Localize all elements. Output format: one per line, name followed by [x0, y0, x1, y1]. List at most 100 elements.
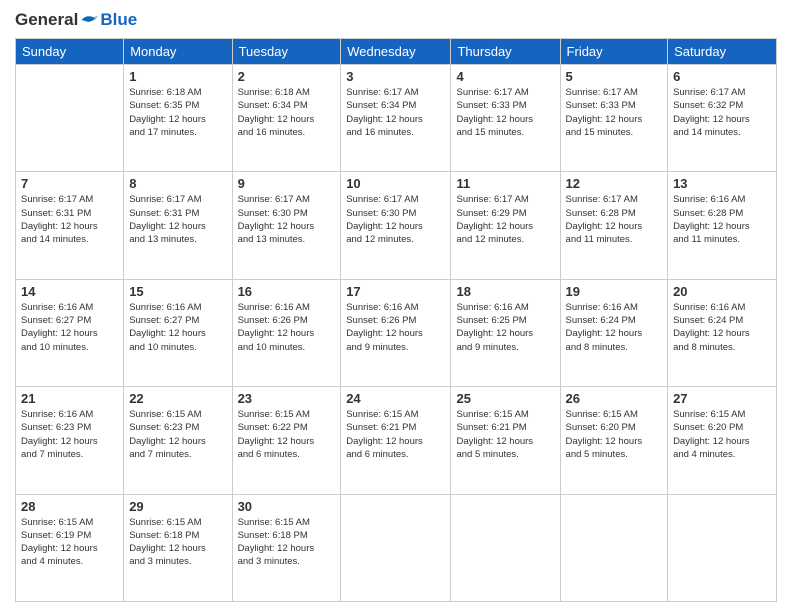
day-info: Sunrise: 6:18 AM Sunset: 6:35 PM Dayligh…: [129, 86, 226, 139]
calendar-header-row: SundayMondayTuesdayWednesdayThursdayFrid…: [16, 39, 777, 65]
day-number: 8: [129, 176, 226, 191]
calendar-cell: 11 Sunrise: 6:17 AM Sunset: 6:29 PM Dayli…: [451, 172, 560, 279]
day-info: Sunrise: 6:15 AM Sunset: 6:20 PM Dayligh…: [566, 408, 663, 461]
logo-blue: Blue: [100, 10, 137, 30]
day-info: Sunrise: 6:16 AM Sunset: 6:27 PM Dayligh…: [21, 301, 118, 354]
calendar-cell: 17 Sunrise: 6:16 AM Sunset: 6:26 PM Dayli…: [341, 279, 451, 386]
day-info: Sunrise: 6:17 AM Sunset: 6:33 PM Dayligh…: [566, 86, 663, 139]
day-info: Sunrise: 6:17 AM Sunset: 6:34 PM Dayligh…: [346, 86, 445, 139]
day-number: 19: [566, 284, 663, 299]
day-number: 9: [238, 176, 336, 191]
calendar-day-header: Friday: [560, 39, 668, 65]
calendar-cell: 30 Sunrise: 6:15 AM Sunset: 6:18 PM Dayli…: [232, 494, 341, 601]
calendar-cell: 21Sunrise: 6:16 AM Sunset: 6:23 PM Dayli…: [16, 387, 124, 494]
day-info: Sunrise: 6:16 AM Sunset: 6:27 PM Dayligh…: [129, 301, 226, 354]
calendar-cell: 18 Sunrise: 6:16 AM Sunset: 6:25 PM Dayli…: [451, 279, 560, 386]
day-number: 18: [456, 284, 554, 299]
day-number: 15: [129, 284, 226, 299]
day-number: 17: [346, 284, 445, 299]
logo: General Blue: [15, 10, 137, 30]
calendar-cell: 16Sunrise: 6:16 AM Sunset: 6:26 PM Dayli…: [232, 279, 341, 386]
calendar-cell: [16, 65, 124, 172]
calendar-cell: 5 Sunrise: 6:17 AM Sunset: 6:33 PM Daylig…: [560, 65, 668, 172]
calendar-cell: 3 Sunrise: 6:17 AM Sunset: 6:34 PM Daylig…: [341, 65, 451, 172]
calendar-day-header: Tuesday: [232, 39, 341, 65]
day-number: 12: [566, 176, 663, 191]
calendar-day-header: Saturday: [668, 39, 777, 65]
day-number: 24: [346, 391, 445, 406]
calendar-cell: [560, 494, 668, 601]
day-number: 28: [21, 499, 118, 514]
calendar-cell: 27Sunrise: 6:15 AM Sunset: 6:20 PM Dayli…: [668, 387, 777, 494]
calendar-cell: 19 Sunrise: 6:16 AM Sunset: 6:24 PM Dayli…: [560, 279, 668, 386]
day-info: Sunrise: 6:16 AM Sunset: 6:24 PM Dayligh…: [673, 301, 771, 354]
day-info: Sunrise: 6:16 AM Sunset: 6:25 PM Dayligh…: [456, 301, 554, 354]
page: General Blue SundayMondayTuesdayWednesda…: [0, 0, 792, 612]
calendar-cell: [451, 494, 560, 601]
day-info: Sunrise: 6:17 AM Sunset: 6:28 PM Dayligh…: [566, 193, 663, 246]
day-info: Sunrise: 6:17 AM Sunset: 6:31 PM Dayligh…: [21, 193, 118, 246]
calendar-cell: 8 Sunrise: 6:17 AM Sunset: 6:31 PM Daylig…: [124, 172, 232, 279]
day-info: Sunrise: 6:15 AM Sunset: 6:22 PM Dayligh…: [238, 408, 336, 461]
calendar-cell: [341, 494, 451, 601]
day-info: Sunrise: 6:15 AM Sunset: 6:21 PM Dayligh…: [346, 408, 445, 461]
day-info: Sunrise: 6:15 AM Sunset: 6:18 PM Dayligh…: [238, 516, 336, 569]
calendar-cell: 29Sunrise: 6:15 AM Sunset: 6:18 PM Dayli…: [124, 494, 232, 601]
day-info: Sunrise: 6:17 AM Sunset: 6:32 PM Dayligh…: [673, 86, 771, 139]
day-info: Sunrise: 6:17 AM Sunset: 6:31 PM Dayligh…: [129, 193, 226, 246]
day-number: 5: [566, 69, 663, 84]
calendar-cell: 20 Sunrise: 6:16 AM Sunset: 6:24 PM Dayli…: [668, 279, 777, 386]
calendar-cell: 10 Sunrise: 6:17 AM Sunset: 6:30 PM Dayli…: [341, 172, 451, 279]
calendar-cell: 7 Sunrise: 6:17 AM Sunset: 6:31 PM Daylig…: [16, 172, 124, 279]
calendar-cell: 28 Sunrise: 6:15 AM Sunset: 6:19 PM Dayli…: [16, 494, 124, 601]
day-number: 30: [238, 499, 336, 514]
calendar-cell: 25Sunrise: 6:15 AM Sunset: 6:21 PM Dayli…: [451, 387, 560, 494]
day-info: Sunrise: 6:17 AM Sunset: 6:30 PM Dayligh…: [346, 193, 445, 246]
day-number: 23: [238, 391, 336, 406]
calendar-cell: 4Sunrise: 6:17 AM Sunset: 6:33 PM Daylig…: [451, 65, 560, 172]
day-number: 22: [129, 391, 226, 406]
day-info: Sunrise: 6:17 AM Sunset: 6:29 PM Dayligh…: [456, 193, 554, 246]
calendar-cell: 23 Sunrise: 6:15 AM Sunset: 6:22 PM Dayli…: [232, 387, 341, 494]
calendar-cell: 22Sunrise: 6:15 AM Sunset: 6:23 PM Dayli…: [124, 387, 232, 494]
calendar-cell: 6 Sunrise: 6:17 AM Sunset: 6:32 PM Daylig…: [668, 65, 777, 172]
day-info: Sunrise: 6:15 AM Sunset: 6:19 PM Dayligh…: [21, 516, 118, 569]
day-number: 14: [21, 284, 118, 299]
day-info: Sunrise: 6:15 AM Sunset: 6:20 PM Dayligh…: [673, 408, 771, 461]
day-number: 6: [673, 69, 771, 84]
day-info: Sunrise: 6:16 AM Sunset: 6:26 PM Dayligh…: [346, 301, 445, 354]
calendar-cell: 13Sunrise: 6:16 AM Sunset: 6:28 PM Dayli…: [668, 172, 777, 279]
day-number: 21: [21, 391, 118, 406]
day-number: 1: [129, 69, 226, 84]
day-number: 7: [21, 176, 118, 191]
day-info: Sunrise: 6:16 AM Sunset: 6:24 PM Dayligh…: [566, 301, 663, 354]
calendar-week-row: 21Sunrise: 6:16 AM Sunset: 6:23 PM Dayli…: [16, 387, 777, 494]
calendar-cell: 24 Sunrise: 6:15 AM Sunset: 6:21 PM Dayli…: [341, 387, 451, 494]
day-info: Sunrise: 6:16 AM Sunset: 6:26 PM Dayligh…: [238, 301, 336, 354]
calendar-cell: 12 Sunrise: 6:17 AM Sunset: 6:28 PM Dayli…: [560, 172, 668, 279]
calendar-table: SundayMondayTuesdayWednesdayThursdayFrid…: [15, 38, 777, 602]
calendar-cell: [668, 494, 777, 601]
calendar-cell: 2Sunrise: 6:18 AM Sunset: 6:34 PM Daylig…: [232, 65, 341, 172]
day-number: 25: [456, 391, 554, 406]
calendar-day-header: Wednesday: [341, 39, 451, 65]
calendar-day-header: Sunday: [16, 39, 124, 65]
calendar-cell: 9 Sunrise: 6:17 AM Sunset: 6:30 PM Daylig…: [232, 172, 341, 279]
day-number: 10: [346, 176, 445, 191]
day-number: 4: [456, 69, 554, 84]
day-number: 11: [456, 176, 554, 191]
calendar-week-row: 1 Sunrise: 6:18 AM Sunset: 6:35 PM Daylig…: [16, 65, 777, 172]
day-number: 2: [238, 69, 336, 84]
header: General Blue: [15, 10, 777, 30]
calendar-day-header: Monday: [124, 39, 232, 65]
day-info: Sunrise: 6:16 AM Sunset: 6:28 PM Dayligh…: [673, 193, 771, 246]
day-number: 26: [566, 391, 663, 406]
logo-general: General: [15, 10, 78, 30]
day-number: 20: [673, 284, 771, 299]
calendar-week-row: 7 Sunrise: 6:17 AM Sunset: 6:31 PM Daylig…: [16, 172, 777, 279]
calendar-cell: 14 Sunrise: 6:16 AM Sunset: 6:27 PM Dayli…: [16, 279, 124, 386]
calendar-week-row: 14 Sunrise: 6:16 AM Sunset: 6:27 PM Dayli…: [16, 279, 777, 386]
day-number: 3: [346, 69, 445, 84]
day-info: Sunrise: 6:17 AM Sunset: 6:30 PM Dayligh…: [238, 193, 336, 246]
day-info: Sunrise: 6:15 AM Sunset: 6:18 PM Dayligh…: [129, 516, 226, 569]
